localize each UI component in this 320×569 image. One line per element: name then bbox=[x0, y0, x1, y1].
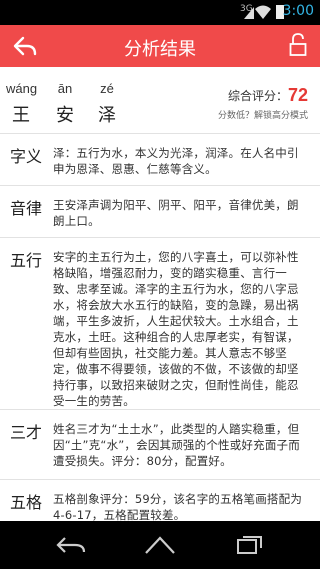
name-char-3: zé 泽 bbox=[92, 81, 122, 127]
navigation-bar bbox=[0, 521, 320, 569]
pinyin: zé bbox=[100, 81, 114, 96]
name-char-2: ān 安 bbox=[50, 81, 80, 127]
pinyin: ān bbox=[57, 81, 73, 96]
overall-score: 综合评分：72 分数低？解锁高分模式 bbox=[218, 85, 308, 121]
section-heading: 音律 bbox=[10, 199, 43, 218]
lock-icon[interactable] bbox=[289, 33, 307, 57]
app-bar: 分析结果 bbox=[0, 25, 320, 67]
section-heading: 三才 bbox=[10, 423, 43, 442]
page-title: 分析结果 bbox=[124, 39, 196, 60]
score-label: 综合评分： bbox=[227, 89, 288, 103]
hanzi: 王 bbox=[12, 105, 30, 126]
hanzi: 泽 bbox=[98, 105, 116, 126]
cell-signal-icon bbox=[244, 7, 254, 19]
section-heading: 字义 bbox=[10, 147, 43, 166]
name-char-1: wáng 王 bbox=[6, 81, 38, 127]
score-value: 72 bbox=[287, 85, 308, 105]
section-heading: 五行 bbox=[10, 251, 43, 270]
status-bar: 3G 3:00 bbox=[0, 0, 320, 25]
hanzi: 安 bbox=[56, 105, 74, 126]
section-text: 五格剖象评分：59分，该名字的五格笔画搭配为4-6-17，五格配置较差。 bbox=[53, 492, 303, 522]
section-meaning: 字义 泽：五行为水，本义为光泽，润泽。在人名中引申为恩泽、恩惠、仁慈等含义。 bbox=[0, 133, 320, 185]
section-three-talents: 三才 姓名三才为“土土水”，此类型的人踏实稳重，但因“土”克“水”，会因其顽强的… bbox=[0, 409, 320, 479]
unlock-high-score-link[interactable]: 分数低？解锁高分模式 bbox=[218, 108, 308, 121]
nav-home-icon[interactable] bbox=[144, 535, 176, 555]
section-text: 安字的主五行为土，您的八字喜土，可以弥补性格缺陷，增强忍耐力，变的踏实稳重、言行… bbox=[53, 250, 299, 408]
wifi-icon bbox=[255, 5, 271, 19]
nav-back-icon[interactable] bbox=[55, 535, 87, 555]
name-row: wáng 王 ān 安 zé 泽 综合评分：72 分数低？解锁高分模式 bbox=[0, 67, 320, 133]
section-text: 姓名三才为“土土水”，此类型的人踏实稳重，但因“土”克“水”，会因其顽强的个性或… bbox=[53, 422, 300, 468]
status-clock: 3:00 bbox=[282, 3, 314, 19]
section-text: 泽：五行为水，本义为光泽，润泽。在人名中引申为恩泽、恩惠、仁慈等含义。 bbox=[53, 146, 299, 176]
pinyin: wáng bbox=[6, 81, 38, 96]
section-heading: 五格 bbox=[10, 493, 43, 512]
section-five-grids: 五格 五格剖象评分：59分，该名字的五格笔画搭配为4-6-17，五格配置较差。 bbox=[0, 479, 320, 522]
section-five-elements: 五行 安字的主五行为土，您的八字喜土，可以弥补性格缺陷，增强忍耐力，变的踏实稳重… bbox=[0, 237, 320, 409]
nav-recents-icon[interactable] bbox=[236, 535, 264, 555]
section-tone: 音律 王安泽声调为阳平、阴平、阳平，音律优美，朗朗上口。 bbox=[0, 185, 320, 237]
section-text: 王安泽声调为阳平、阴平、阳平，音律优美，朗朗上口。 bbox=[53, 198, 299, 228]
